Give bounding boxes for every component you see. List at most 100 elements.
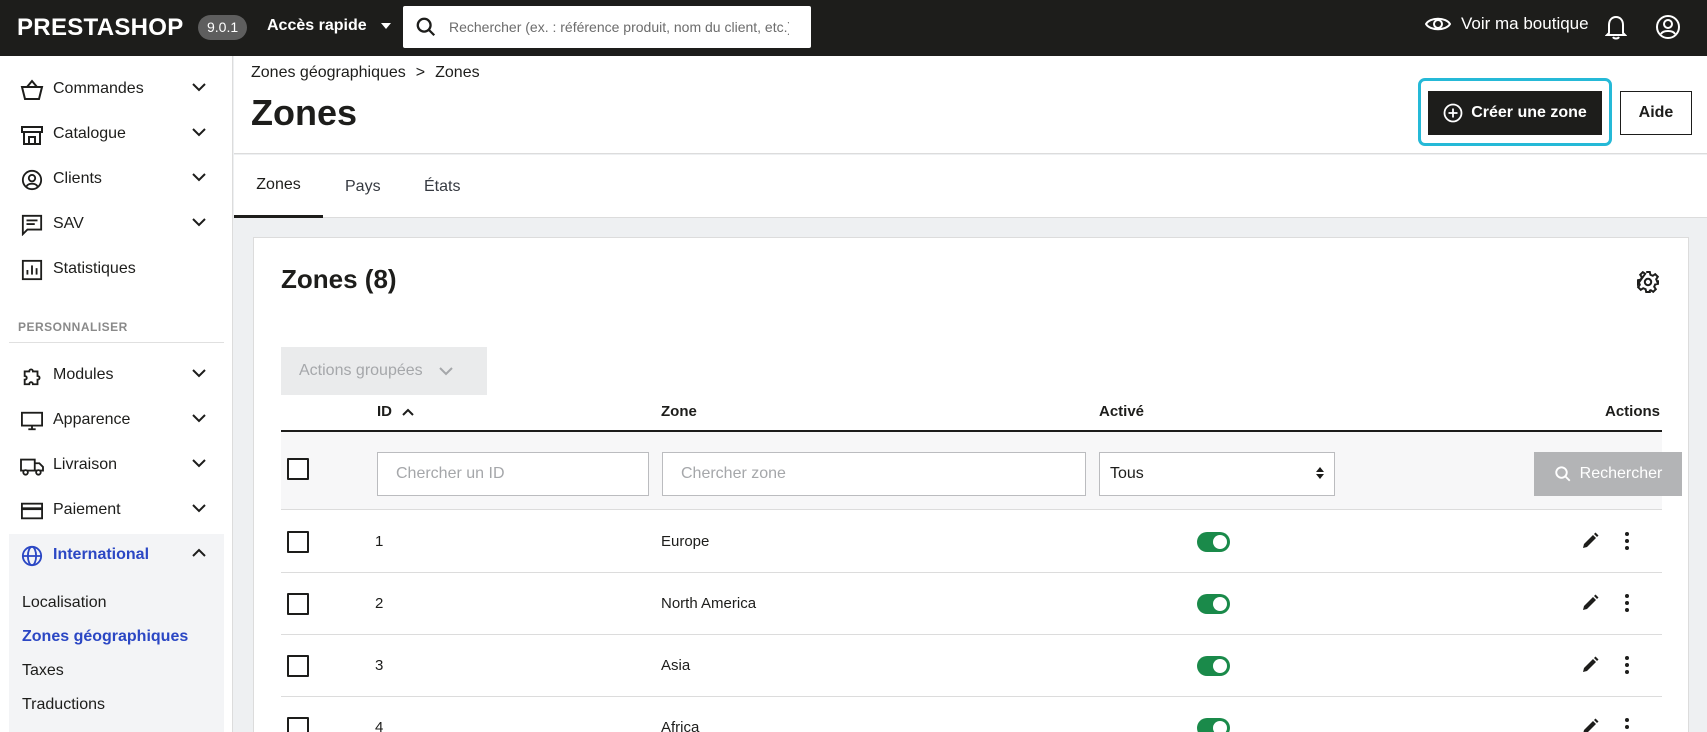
sidebar-item-orders[interactable]: Commandes [0, 70, 224, 110]
table-row: 4 Africa [281, 697, 1662, 732]
row-checkbox[interactable] [287, 655, 309, 677]
top-bar: PRESTASHOP 9.0.1 Accès rapide Voir ma bo… [0, 0, 1707, 56]
quick-access-label: Accès rapide [267, 17, 367, 34]
row-checkbox[interactable] [287, 531, 309, 553]
sidebar-item-appearance[interactable]: Apparence [0, 401, 224, 441]
chevron-down-icon [192, 414, 206, 423]
sidebar-item-label: Commandes [53, 80, 144, 97]
column-header-zone[interactable]: Zone [661, 403, 697, 420]
sidebar-item-catalog[interactable]: Catalogue [0, 115, 224, 155]
create-zone-label: Créer une zone [1471, 104, 1587, 121]
filter-search-button[interactable]: Rechercher [1534, 452, 1682, 496]
card-icon [21, 502, 43, 520]
sidebar-item-label: Catalogue [53, 125, 126, 142]
filter-zone-input[interactable] [662, 452, 1086, 496]
cell-zone: Asia [661, 657, 691, 674]
row-checkbox[interactable] [287, 593, 309, 615]
sidebar-item-label: SAV [53, 215, 84, 232]
column-header-active[interactable]: Activé [1099, 403, 1144, 420]
tab-zones[interactable]: Zones [234, 155, 323, 218]
chevron-down-icon [438, 367, 453, 376]
cell-id: 2 [375, 595, 384, 612]
sidebar-item-shipping[interactable]: Livraison [0, 446, 224, 486]
create-zone-button[interactable]: Créer une zone [1428, 91, 1602, 135]
sidebar-item-label: Clients [53, 170, 102, 187]
more-vertical-icon[interactable] [1623, 593, 1631, 613]
row-checkbox[interactable] [287, 717, 309, 732]
sidebar-subitem-translations[interactable]: Traductions [22, 696, 105, 714]
pencil-icon[interactable] [1580, 717, 1600, 732]
sidebar-item-label: Modules [53, 366, 114, 383]
pencil-icon[interactable] [1580, 593, 1600, 613]
cell-zone: Africa [661, 719, 700, 732]
pencil-icon[interactable] [1580, 655, 1600, 675]
truck-icon [20, 458, 44, 476]
quick-access-button[interactable]: Accès rapide [267, 17, 391, 35]
user-account-icon[interactable] [1655, 14, 1681, 40]
table-row: 2 North America [281, 573, 1662, 635]
sidebar-subitem-zones[interactable]: Zones géographiques [22, 628, 188, 646]
page-title: Zones [251, 92, 358, 133]
filter-active-value: Tous [1110, 465, 1144, 482]
sidebar-item-modules[interactable]: Modules [0, 356, 224, 396]
sidebar-item-stats[interactable]: Statistiques [0, 250, 224, 290]
sidebar-item-payment[interactable]: Paiement [0, 491, 224, 531]
column-header-id[interactable]: ID [377, 403, 414, 420]
table-row: 3 Asia [281, 635, 1662, 697]
bulk-actions-button[interactable]: Actions groupées [281, 347, 487, 395]
select-all-checkbox[interactable] [287, 458, 309, 480]
active-toggle[interactable] [1197, 718, 1230, 732]
gear-icon[interactable] [1636, 270, 1660, 294]
sidebar-item-customers[interactable]: Clients [0, 160, 224, 200]
card-title: Zones (8) [281, 264, 397, 294]
active-toggle[interactable] [1197, 594, 1230, 614]
search-icon [1554, 466, 1571, 482]
cell-id: 3 [375, 657, 384, 674]
chevron-down-icon [192, 459, 206, 468]
chevron-down-icon [192, 504, 206, 513]
sidebar-item-label: Livraison [53, 456, 118, 473]
sidebar-item-label: International [53, 546, 150, 563]
sidebar-item-international[interactable]: International [0, 536, 224, 580]
tab-states[interactable]: États [424, 155, 460, 218]
chevron-down-icon [192, 369, 206, 378]
sort-asc-icon [402, 408, 414, 416]
eye-icon [1425, 17, 1451, 31]
breadcrumb: Zones géographiques > Zones [251, 64, 480, 82]
table-row: 1 Europe [281, 511, 1662, 573]
help-button[interactable]: Aide [1620, 91, 1692, 135]
more-vertical-icon[interactable] [1623, 655, 1631, 675]
filter-active-select[interactable]: Tous [1099, 452, 1335, 496]
global-search-input[interactable] [449, 19, 789, 35]
more-vertical-icon[interactable] [1623, 531, 1631, 551]
chevron-up-icon [192, 548, 206, 557]
view-shop-label: Voir ma boutique [1461, 14, 1589, 33]
breadcrumb-parent[interactable]: Zones géographiques [251, 64, 406, 82]
chevron-down-icon [192, 83, 206, 92]
filter-search-label: Rechercher [1579, 465, 1663, 482]
filter-id-input[interactable] [377, 452, 649, 496]
message-icon [21, 214, 43, 236]
select-arrows-icon [1316, 467, 1324, 479]
chart-icon [21, 259, 43, 281]
pencil-icon[interactable] [1580, 531, 1600, 551]
chevron-down-icon [192, 218, 206, 227]
bell-icon[interactable] [1605, 14, 1627, 40]
more-vertical-icon[interactable] [1623, 717, 1631, 732]
tab-countries[interactable]: Pays [345, 155, 381, 218]
filter-row: Tous Rechercher [281, 432, 1682, 510]
active-toggle[interactable] [1197, 656, 1230, 676]
tab-bar: Zones Pays États [234, 155, 1707, 218]
global-search[interactable] [403, 6, 811, 48]
chevron-down-icon [192, 173, 206, 182]
section-divider [9, 342, 224, 343]
add-circle-icon [1443, 103, 1463, 123]
active-toggle[interactable] [1197, 532, 1230, 552]
view-shop-link[interactable]: Voir ma boutique [1425, 14, 1589, 34]
logo[interactable]: PRESTASHOP [17, 14, 184, 42]
version-badge: 9.0.1 [198, 15, 248, 40]
caret-down-icon [380, 23, 391, 29]
sidebar-item-support[interactable]: SAV [0, 205, 224, 245]
sidebar-subitem-localization[interactable]: Localisation [22, 594, 107, 612]
sidebar-subitem-taxes[interactable]: Taxes [22, 662, 64, 680]
